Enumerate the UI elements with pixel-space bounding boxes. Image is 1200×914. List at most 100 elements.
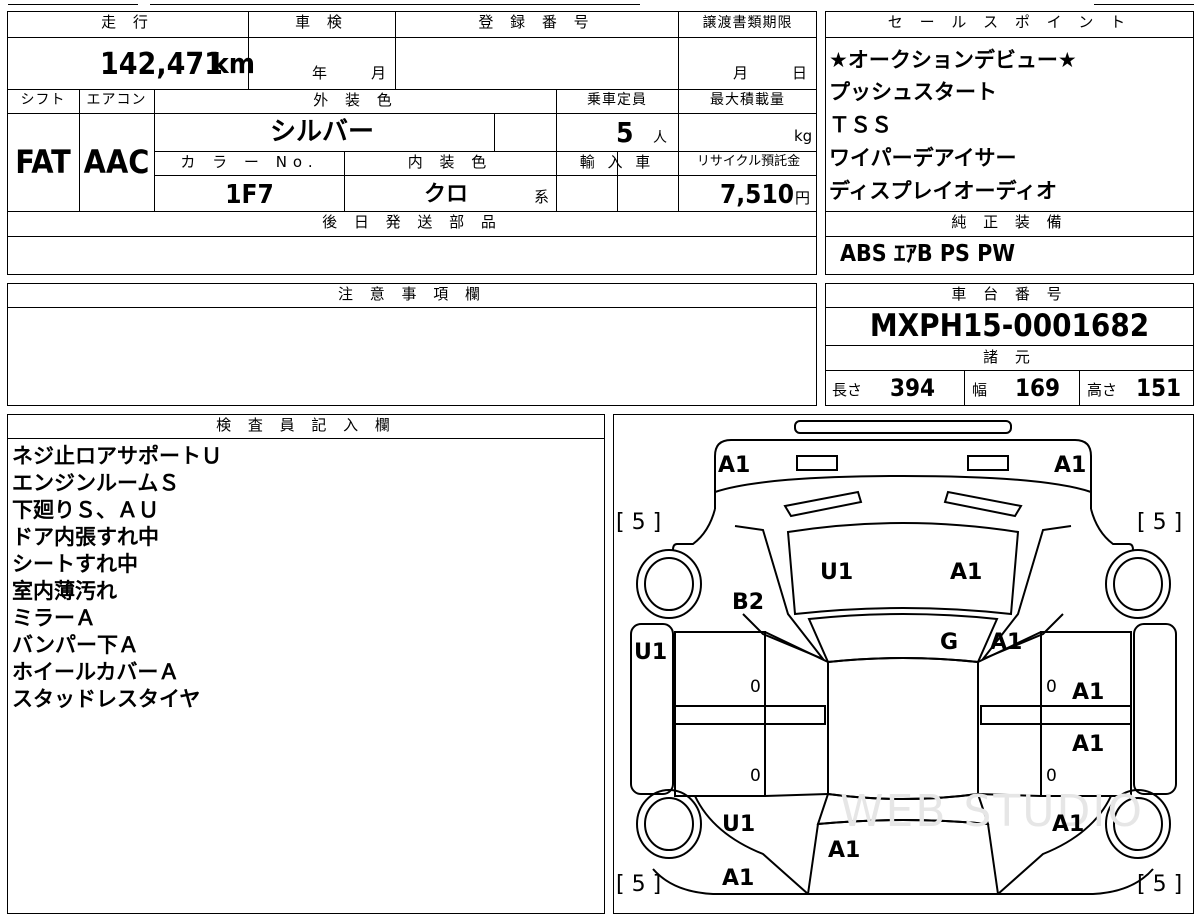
capacity-value: 5 <box>616 116 634 149</box>
inspection-label: 車 検 <box>295 13 348 31</box>
aircon-label: エアコン <box>86 92 147 108</box>
mark-rear-fender-left: U1 <box>722 812 756 837</box>
inspector-line: ミラーＡ <box>12 606 96 630</box>
length-label: 長さ <box>832 381 863 399</box>
mark-rear-door-right: A1 <box>1072 732 1105 757</box>
color-no-label: カ ラ ー No. <box>180 153 319 171</box>
top-strip-line <box>150 4 640 5</box>
shift-label: シフト <box>20 92 66 108</box>
sales-point-item: ワイパーデアイサー <box>829 146 1017 170</box>
tire-condition-front-right: [ 5 ] <box>1137 510 1183 535</box>
mileage-label: 走 行 <box>101 13 154 31</box>
mark-fender-left: B2 <box>732 590 765 615</box>
mark-windshield: G <box>940 630 959 655</box>
interior-color-suffix: 系 <box>534 188 550 206</box>
headlight-right-shape <box>967 455 1009 471</box>
length-value: 394 <box>890 374 936 402</box>
max-load-unit: kg <box>794 127 813 145</box>
sales-point-item: ディスプレイオーディオ <box>829 179 1058 203</box>
roof-shape <box>827 657 979 800</box>
recycle-unit: 円 <box>795 189 811 207</box>
recycle-label: リサイクル預託金 <box>696 154 801 169</box>
aircon-value: AAC <box>83 143 150 181</box>
mark-trunk: A1 <box>828 838 861 863</box>
capacity-label: 乗車定員 <box>587 92 647 108</box>
top-strip-line <box>8 4 138 5</box>
genuine-equipment-value: ABS ｴｱB PS PW <box>840 241 1016 267</box>
inspector-line: バンパー下Ａ <box>12 633 140 657</box>
tire-front-left <box>636 549 702 619</box>
chassis-number: MXPH15-0001682 <box>869 308 1150 344</box>
mark-rocker-right: A1 <box>1072 680 1105 705</box>
tire-front-right <box>1105 549 1171 619</box>
door-number-rear-left: 0 <box>750 766 761 786</box>
mark-fender-right: A1 <box>990 630 1023 655</box>
tire-condition-rear-left: [ 5 ] <box>616 872 662 897</box>
sales-point-item: ★オークションデビュー★ <box>829 48 1077 72</box>
windshield-shape <box>807 613 999 664</box>
pillar-lines <box>764 631 1042 797</box>
inspector-line: スタッドレスタイヤ <box>12 687 201 711</box>
color-no-value: 1F7 <box>225 180 274 210</box>
shift-value: FAT <box>15 143 71 181</box>
transfer-month-unit: 月 <box>733 64 749 82</box>
mark-front-right: A1 <box>1054 453 1087 478</box>
wiper-right-shape <box>943 490 1023 518</box>
transfer-deadline-label: 譲渡書類期限 <box>702 15 793 31</box>
transfer-day-unit: 日 <box>792 64 808 82</box>
inspection-year-unit: 年 <box>312 64 328 82</box>
width-label: 幅 <box>972 381 988 399</box>
mark-rear-fender-right: A1 <box>1052 812 1085 837</box>
height-label: 高さ <box>1087 381 1118 399</box>
inspector-line: ネジ止ロアサポートＵ <box>12 444 222 468</box>
tire-condition-rear-right: [ 5 ] <box>1137 872 1183 897</box>
watermark-text: WEB STUDIO <box>840 786 1144 837</box>
front-fender-left-edge <box>672 508 716 551</box>
front-grille-shape <box>794 420 1012 434</box>
front-fender-right-edge <box>1090 508 1134 551</box>
inspection-month-unit: 月 <box>371 64 387 82</box>
inspector-line: 室内薄汚れ <box>12 579 117 603</box>
rocker-right <box>980 705 1132 725</box>
hood-top-shape <box>714 474 1092 509</box>
mark-hood-right: A1 <box>950 560 983 585</box>
door-number-rear-right: 0 <box>1046 766 1057 786</box>
interior-color-value: クロ <box>424 182 469 207</box>
mark-rear-bumper-left: A1 <box>722 866 755 891</box>
top-strip-line <box>1094 4 1194 5</box>
max-load-label: 最大積載量 <box>710 92 785 108</box>
sales-point-item: プッシュスタート <box>829 80 997 104</box>
exterior-color-label: 外 装 色 <box>313 91 398 109</box>
mark-hood-left: U1 <box>820 560 854 585</box>
width-value: 169 <box>1015 374 1061 402</box>
tire-rear-left <box>636 789 702 859</box>
door-number-front-left: 0 <box>750 677 761 697</box>
mark-front-left: A1 <box>718 453 751 478</box>
inspector-line: ホイールカバーＡ <box>12 660 180 684</box>
sales-point-item: ＴＳＳ <box>829 113 892 137</box>
capacity-unit: 人 <box>653 130 667 146</box>
wiper-left-shape <box>783 490 863 518</box>
sales-points-label: セ ー ル ス ポ イ ン ト <box>887 13 1132 31</box>
front-bumper-shape <box>714 439 1092 509</box>
tire-condition-front-left: [ 5 ] <box>616 510 662 535</box>
notes-label: 注 意 事 項 欄 <box>337 285 487 303</box>
height-value: 151 <box>1136 374 1182 402</box>
recycle-value: 7,510 <box>720 180 794 210</box>
inspector-line: シートすれ中 <box>12 552 138 576</box>
inspector-line: エンジンルームＳ <box>12 471 180 495</box>
door-number-front-right: 0 <box>1046 677 1057 697</box>
inspector-label: 検 査 員 記 入 欄 <box>216 416 396 434</box>
genuine-equipment-label: 純 正 装 備 <box>951 213 1068 231</box>
specs-label: 諸 元 <box>983 348 1036 366</box>
inspector-line: ドア内張すれ中 <box>12 525 159 549</box>
rocker-left <box>674 705 826 725</box>
headlight-left-shape <box>796 455 838 471</box>
chassis-label: 車 台 番 号 <box>951 285 1068 303</box>
mileage-unit: km <box>212 47 255 80</box>
registration-label: 登 録 番 号 <box>478 13 595 31</box>
inspector-line: 下廻りＳ、ＡＵ <box>12 498 159 522</box>
import-label: 輸 入 車 <box>579 153 655 171</box>
side-strip-right <box>1133 623 1177 795</box>
mileage-value: 142,471 <box>100 47 223 82</box>
